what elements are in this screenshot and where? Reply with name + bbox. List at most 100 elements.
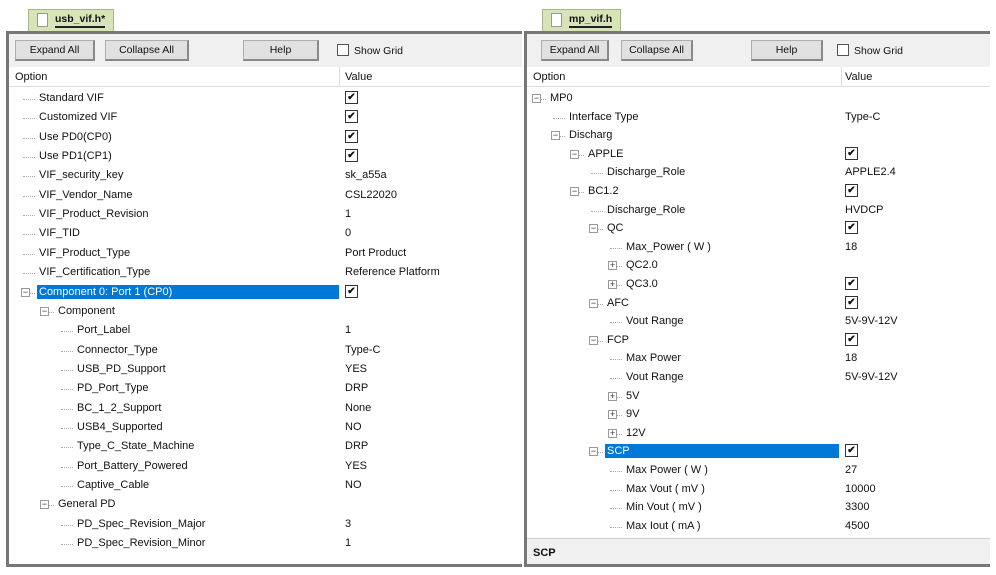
- option-value[interactable]: sk_a55a: [345, 169, 387, 181]
- tree-row[interactable]: VIF_TID 0: [9, 225, 522, 243]
- collapse-all-button[interactable]: Collapse All: [105, 40, 189, 61]
- tree-row[interactable]: VIF_Product_Type Port Product: [9, 245, 522, 263]
- option-value[interactable]: YES: [345, 363, 367, 375]
- tree-row[interactable]: Vout Range 5V-9V-12V: [527, 369, 990, 387]
- option-value[interactable]: 18: [845, 352, 857, 364]
- tree-row[interactable]: Connector_Type Type-C: [9, 342, 522, 360]
- collapse-icon[interactable]: −: [570, 187, 579, 196]
- value-checkbox[interactable]: ✔: [345, 129, 358, 143]
- tree-row[interactable]: USB4_Supported NO: [9, 419, 522, 437]
- tree-row[interactable]: Max Power 18: [527, 350, 990, 368]
- tree-row[interactable]: Discharge_Role APPLE2.4: [527, 164, 990, 182]
- tree-row[interactable]: Max Iout ( mA ) 4500: [527, 518, 990, 536]
- option-value[interactable]: Type-C: [345, 344, 380, 356]
- option-value[interactable]: 27: [845, 464, 857, 476]
- help-button[interactable]: Help: [243, 40, 319, 61]
- tree-row[interactable]: − Component: [9, 303, 522, 321]
- tree-row[interactable]: − SCP ✔: [527, 443, 990, 461]
- tab-usb-vif[interactable]: usb_vif.h*: [28, 9, 115, 31]
- value-checkbox[interactable]: ✔: [845, 221, 858, 235]
- tree-row[interactable]: Standard VIF ✔: [9, 90, 522, 108]
- collapse-icon[interactable]: −: [570, 149, 579, 159]
- collapse-icon[interactable]: −: [551, 131, 560, 141]
- value-checkbox[interactable]: ✔: [845, 295, 858, 309]
- option-value[interactable]: 3300: [845, 501, 869, 513]
- collapse-icon[interactable]: −: [40, 500, 49, 510]
- tree-row[interactable]: − AFC ✔: [527, 295, 990, 313]
- option-value[interactable]: Port Product: [345, 247, 406, 259]
- option-value[interactable]: HVDCP: [845, 204, 884, 216]
- collapse-all-button[interactable]: Collapse All: [621, 40, 693, 61]
- tree-row[interactable]: − MP0: [527, 90, 990, 108]
- tree-row[interactable]: − FCP ✔: [527, 332, 990, 350]
- value-checkbox[interactable]: ✔: [845, 332, 858, 346]
- tree-row[interactable]: Discharge_Role HVDCP: [527, 202, 990, 220]
- option-value[interactable]: 1: [345, 324, 351, 336]
- tree-row[interactable]: − Discharg: [527, 127, 990, 145]
- expand-icon[interactable]: +: [608, 280, 617, 289]
- tree-row[interactable]: +5V: [527, 388, 990, 406]
- tree-row[interactable]: Type_C_State_Machine DRP: [9, 438, 522, 456]
- tree-row[interactable]: − General PD: [9, 496, 522, 514]
- tree-row[interactable]: Use PD1(CP1) ✔: [9, 148, 522, 166]
- tree-row[interactable]: Captive_Cable NO: [9, 477, 522, 495]
- tree-row[interactable]: − QC ✔: [527, 220, 990, 238]
- value-checkbox[interactable]: ✔: [845, 277, 858, 290]
- collapse-icon[interactable]: −: [589, 335, 598, 345]
- collapse-icon[interactable]: −: [589, 298, 598, 308]
- option-value[interactable]: NO: [345, 421, 362, 433]
- option-value[interactable]: 5V-9V-12V: [845, 315, 898, 327]
- expand-all-button[interactable]: Expand All: [15, 40, 95, 61]
- option-value[interactable]: DRP: [345, 382, 368, 394]
- option-value[interactable]: YES: [345, 460, 367, 472]
- show-grid-checkbox[interactable]: Show Grid: [337, 44, 403, 57]
- tree-row[interactable]: Port_Label 1: [9, 322, 522, 340]
- column-option[interactable]: Option: [533, 71, 565, 83]
- value-checkbox[interactable]: ✔: [845, 146, 858, 160]
- expand-all-button[interactable]: Expand All: [541, 40, 609, 61]
- option-value[interactable]: Type-C: [845, 111, 880, 123]
- collapse-icon[interactable]: −: [21, 287, 30, 297]
- tree-row[interactable]: Port_Battery_Powered YES: [9, 458, 522, 476]
- tree-row[interactable]: + QC2.0: [527, 257, 990, 275]
- column-option[interactable]: Option: [15, 71, 47, 83]
- option-value[interactable]: APPLE2.4: [845, 166, 896, 178]
- tree-row[interactable]: Interface Type Type-C: [527, 109, 990, 127]
- tree-row[interactable]: +12V: [527, 425, 990, 443]
- tree-row[interactable]: VIF_Product_Revision 1: [9, 206, 522, 224]
- tree-row[interactable]: BC_1_2_Support None: [9, 400, 522, 418]
- option-value[interactable]: 5V-9V-12V: [845, 371, 898, 383]
- option-value[interactable]: 0: [345, 227, 351, 239]
- tree-row[interactable]: Customized VIF ✔: [9, 109, 522, 127]
- option-value[interactable]: 4500: [845, 520, 869, 532]
- tree-row[interactable]: PD_Spec_Revision_Minor 1: [9, 535, 522, 553]
- tree-row[interactable]: VIF_Certification_Type Reference Platform: [9, 264, 522, 282]
- tree-row[interactable]: Vout Range 5V-9V-12V: [527, 313, 990, 331]
- tree-row[interactable]: Max Power ( W ) 27: [527, 462, 990, 480]
- tree-row[interactable]: + QC3.0 ✔: [527, 276, 990, 294]
- expand-icon[interactable]: +: [608, 410, 617, 420]
- show-grid-checkbox[interactable]: Show Grid: [837, 44, 903, 57]
- tree-row[interactable]: Max_Power ( W ) 18: [527, 239, 990, 257]
- expand-icon[interactable]: +: [608, 428, 617, 438]
- collapse-icon[interactable]: −: [589, 224, 598, 234]
- value-checkbox[interactable]: ✔: [345, 91, 358, 104]
- help-button[interactable]: Help: [751, 40, 823, 61]
- tree-row[interactable]: VIF_security_key sk_a55a: [9, 167, 522, 185]
- option-value[interactable]: 10000: [845, 483, 876, 495]
- column-value[interactable]: Value: [845, 71, 872, 83]
- tab-mp-vif[interactable]: mp_vif.h: [542, 9, 622, 31]
- option-value[interactable]: CSL22020: [345, 189, 397, 201]
- collapse-icon[interactable]: −: [40, 306, 49, 316]
- option-value[interactable]: None: [345, 402, 371, 414]
- tree-row[interactable]: − BC1.2 ✔: [527, 183, 990, 201]
- tree-row[interactable]: − Component 0: Port 1 (CP0) ✔: [9, 284, 522, 302]
- option-value[interactable]: 3: [345, 518, 351, 530]
- tree-row[interactable]: PD_Port_Type DRP: [9, 380, 522, 398]
- value-checkbox[interactable]: ✔: [345, 284, 358, 298]
- option-value[interactable]: 1: [345, 537, 351, 549]
- tree-row[interactable]: PD_Spec_Revision_Major 3: [9, 516, 522, 534]
- option-value[interactable]: 18: [845, 241, 857, 253]
- option-value[interactable]: Reference Platform: [345, 266, 440, 278]
- value-checkbox[interactable]: ✔: [345, 149, 358, 163]
